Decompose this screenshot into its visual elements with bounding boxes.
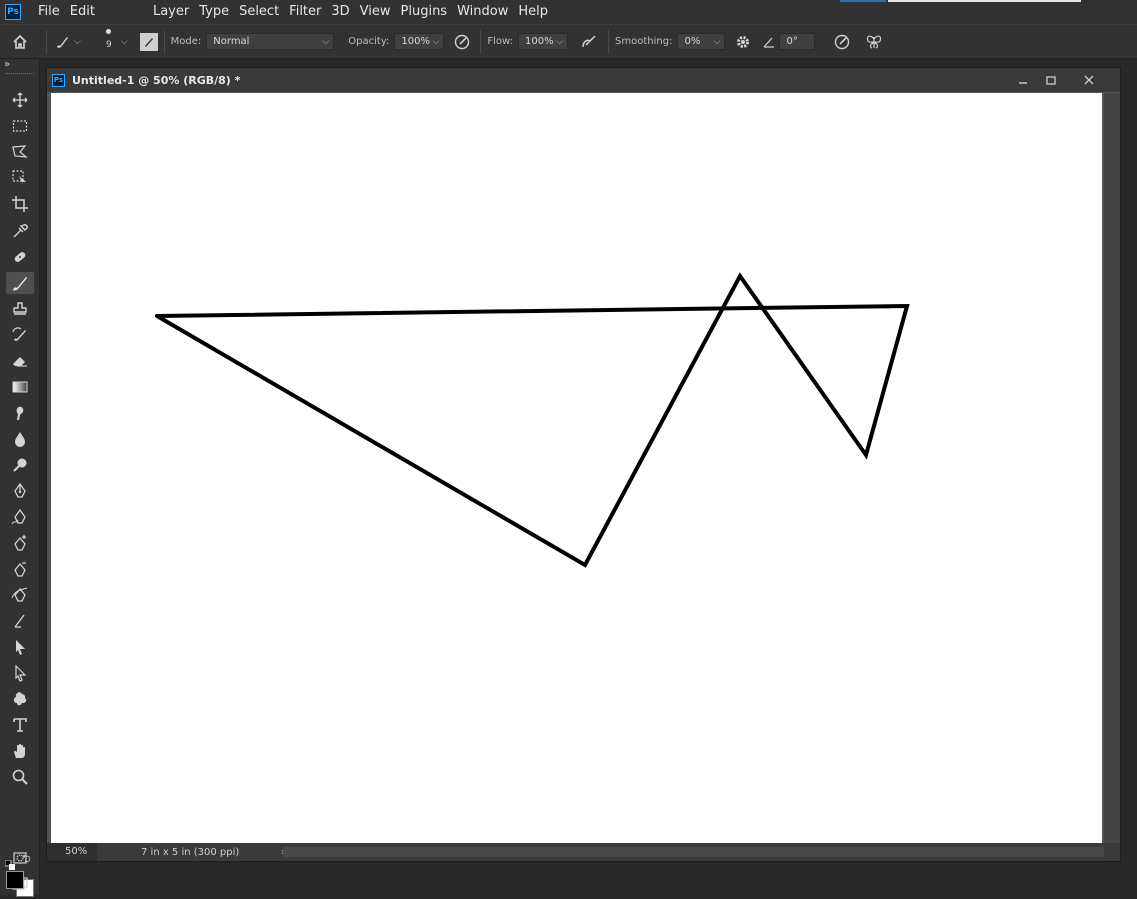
document-ps-icon: Ps	[52, 73, 65, 87]
crop-tool-icon[interactable]	[6, 193, 34, 215]
brush-tool-icon[interactable]	[6, 272, 34, 294]
smoothing-value: 0%	[684, 36, 701, 47]
add-anchor-point-tool-icon[interactable]	[6, 532, 34, 554]
title-search-strip	[888, 0, 1081, 2]
history-brush-tool-icon[interactable]	[6, 324, 34, 346]
direct-selection-tool-icon[interactable]	[6, 662, 34, 684]
gradient-tool-icon[interactable]	[6, 376, 34, 398]
mode-label: Mode:	[170, 36, 202, 47]
close-icon[interactable]	[1076, 71, 1102, 89]
document-window: Ps Untitled-1 @ 50% (RGB/8) * 50% 7 in x…	[46, 67, 1121, 862]
quick-mask-icon[interactable]	[6, 847, 34, 869]
curvature-pen-tool-icon[interactable]	[6, 584, 34, 606]
chevron-down-icon: ⌵	[556, 36, 564, 47]
canvas-drawing	[155, 272, 910, 568]
flow-value: 100%	[525, 36, 554, 47]
opacity-field[interactable]: 100% ⌵	[394, 33, 445, 50]
brush-size-picker[interactable]: 9	[97, 29, 121, 50]
pressure-opacity-icon[interactable]	[450, 33, 474, 51]
menu-type[interactable]: Type	[194, 0, 234, 24]
menu-select[interactable]: Select	[234, 0, 284, 24]
canvas[interactable]	[51, 93, 1102, 843]
brush-tip-icon	[106, 29, 112, 34]
menu-layer[interactable]: Layer	[148, 0, 194, 24]
minimize-icon[interactable]	[1010, 71, 1036, 89]
polygonal-lasso-tool-icon[interactable]	[6, 141, 34, 163]
chevron-down-icon: ⌵	[713, 36, 721, 47]
brush-size-dropdown-icon[interactable]: ⌵	[121, 37, 128, 47]
chevron-down-icon: ⌵	[322, 36, 330, 47]
mode-value: Normal	[213, 36, 250, 47]
menu-help[interactable]: Help	[513, 0, 553, 24]
options-bar: ⌵ 9 ⌵ Mode: Normal ⌵ Opacity: 100% ⌵ Flow:…	[0, 24, 1137, 59]
menu-edit[interactable]: Edit	[65, 0, 100, 24]
flow-field[interactable]: 100% ⌵	[518, 33, 569, 50]
hand-tool-icon[interactable]	[6, 740, 34, 762]
custom-shape-tool-icon[interactable]	[6, 688, 34, 710]
smoothing-label: Smoothing:	[615, 36, 673, 47]
tools-panel: » ⮌	[0, 59, 40, 897]
smudge-tool-icon[interactable]	[6, 402, 34, 424]
menu-file[interactable]: File	[33, 0, 65, 24]
menu-3d[interactable]: 3D	[326, 0, 354, 24]
flow-label: Flow:	[487, 36, 514, 47]
blur-tool-icon[interactable]	[6, 428, 34, 450]
document-info[interactable]: 7 in x 5 in (300 ppi)	[141, 847, 281, 858]
zoom-tool-icon[interactable]	[6, 766, 34, 788]
separator	[608, 29, 610, 54]
rectangular-marquee-tool-icon[interactable]	[6, 115, 34, 137]
menu-bar: Ps File Edit Layer Type Select Filter 3D…	[0, 0, 1137, 24]
mode-select[interactable]: Normal ⌵	[206, 33, 335, 50]
status-bar: 50% 7 in x 5 in (300 ppi) ›	[47, 843, 1120, 861]
object-selection-tool-icon[interactable]	[6, 167, 34, 189]
symmetry-butterfly-icon[interactable]	[861, 33, 887, 51]
separator	[46, 29, 47, 54]
pressure-size-icon[interactable]	[829, 33, 855, 51]
vertical-scrollbar[interactable]	[1104, 93, 1120, 843]
horizontal-scrollbar[interactable]	[283, 847, 1104, 857]
menu-filter[interactable]: Filter	[284, 0, 326, 24]
brush-preset-dropdown-icon[interactable]: ⌵	[74, 37, 81, 47]
angle-value: 0°	[786, 36, 798, 47]
home-icon[interactable]	[0, 33, 40, 51]
menu-plugins[interactable]: Plugins	[396, 0, 453, 24]
separator	[480, 29, 482, 54]
smoothing-field[interactable]: 0% ⌵	[677, 33, 726, 50]
convert-point-tool-icon[interactable]	[6, 610, 34, 632]
opacity-value: 100%	[401, 36, 430, 47]
airbrush-icon[interactable]	[576, 33, 602, 51]
menu-view[interactable]: View	[355, 0, 396, 24]
clone-stamp-tool-icon[interactable]	[6, 298, 34, 320]
dodge-tool-icon[interactable]	[6, 454, 34, 476]
menu-window[interactable]: Window	[452, 0, 513, 24]
path-selection-tool-icon[interactable]	[6, 636, 34, 658]
brush-settings-icon[interactable]	[139, 32, 158, 51]
eyedropper-tool-icon[interactable]	[6, 220, 34, 242]
zoom-field[interactable]: 50%	[47, 843, 97, 861]
maximize-icon[interactable]	[1038, 71, 1064, 89]
brush-stroke-path	[155, 272, 910, 568]
move-tool-icon[interactable]	[6, 89, 34, 111]
document-tab[interactable]: Ps Untitled-1 @ 50% (RGB/8) *	[47, 68, 1120, 92]
document-title: Untitled-1 @ 50% (RGB/8) *	[72, 73, 241, 87]
separator	[163, 29, 165, 54]
brush-preset-icon[interactable]	[53, 34, 71, 50]
type-tool-icon[interactable]	[6, 714, 34, 736]
pen-tool-icon[interactable]	[6, 480, 34, 502]
angle-field[interactable]: 0°	[779, 33, 816, 50]
chevron-down-icon: ⌵	[432, 36, 440, 47]
smoothing-options-gear-icon[interactable]	[731, 34, 755, 50]
angle-icon	[761, 35, 777, 49]
foreground-color-swatch[interactable]	[6, 871, 24, 889]
opacity-label: Opacity:	[348, 36, 390, 47]
delete-anchor-point-tool-icon[interactable]	[6, 558, 34, 580]
collapse-panel-icon[interactable]: »	[4, 59, 10, 70]
title-accent-strip	[840, 0, 886, 2]
brush-size-value: 9	[105, 40, 112, 50]
freeform-pen-tool-icon[interactable]	[6, 506, 34, 528]
eraser-tool-icon[interactable]	[6, 350, 34, 372]
panel-grip[interactable]	[6, 73, 34, 75]
spot-healing-brush-tool-icon[interactable]	[6, 246, 34, 268]
photoshop-logo-icon[interactable]: Ps	[5, 4, 21, 20]
